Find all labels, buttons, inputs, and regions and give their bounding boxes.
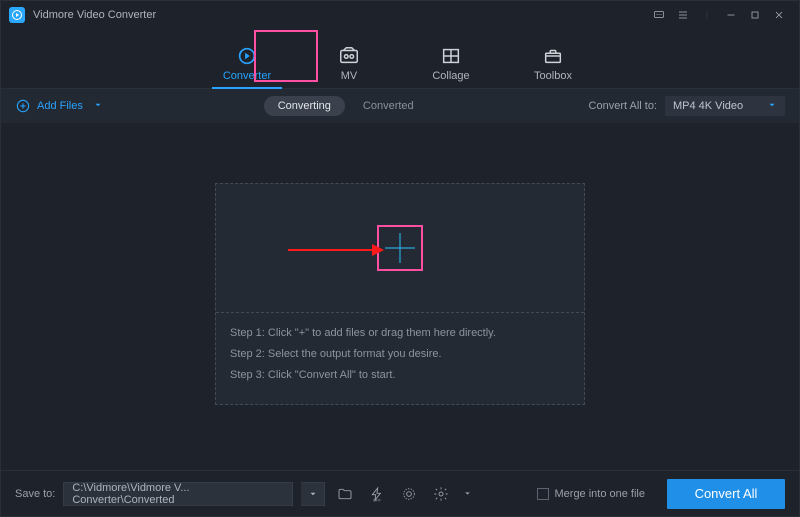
maximize-button[interactable] xyxy=(743,5,767,25)
main-area: Step 1: Click "+" to add files or drag t… xyxy=(1,123,799,470)
chevron-down-icon xyxy=(93,100,103,113)
minimize-button[interactable] xyxy=(719,5,743,25)
segment-converting[interactable]: Converting xyxy=(264,96,345,116)
tab-converter-label: Converter xyxy=(223,70,271,82)
plus-circle-icon xyxy=(15,98,31,114)
step-1: Step 1: Click "+" to add files or drag t… xyxy=(230,323,570,344)
save-path-dropdown[interactable] xyxy=(301,482,325,506)
save-to-label: Save to: xyxy=(15,488,55,500)
tab-toolbox-label: Toolbox xyxy=(534,70,572,82)
sub-toolbar: Add Files Converting Converted Convert A… xyxy=(1,89,799,123)
annotation-arrow xyxy=(288,243,384,257)
menu-icon[interactable] xyxy=(671,5,695,25)
step-3: Step 3: Click "Convert All" to start. xyxy=(230,365,570,386)
convert-all-label: Convert All xyxy=(695,486,758,501)
segment-converted-label: Converted xyxy=(363,100,414,112)
tab-mv-label: MV xyxy=(341,70,358,82)
output-format-select[interactable]: MP4 4K Video xyxy=(665,96,785,116)
add-files-label: Add Files xyxy=(37,100,83,112)
save-path-field[interactable]: C:\Vidmore\Vidmore V... Converter\Conver… xyxy=(63,482,293,506)
tab-collage[interactable]: Collage xyxy=(418,45,484,88)
convert-all-button[interactable]: Convert All xyxy=(667,479,785,509)
svg-text:OFF: OFF xyxy=(373,497,382,502)
settings-button[interactable] xyxy=(429,482,453,506)
converter-icon xyxy=(236,45,258,67)
chevron-down-icon xyxy=(308,489,318,499)
tab-converter[interactable]: Converter xyxy=(214,45,280,88)
convert-all-to-label: Convert All to: xyxy=(589,100,657,112)
toolbox-icon xyxy=(542,45,564,67)
main-tabs: Converter MV Collage Toolbox xyxy=(1,29,799,89)
close-button[interactable] xyxy=(767,5,791,25)
segment-converting-label: Converting xyxy=(278,100,331,112)
plus-icon xyxy=(382,230,418,266)
tab-collage-label: Collage xyxy=(432,70,469,82)
mv-icon xyxy=(338,45,360,67)
add-files-button[interactable]: Add Files xyxy=(15,98,103,114)
chevron-down-icon xyxy=(463,489,472,498)
save-path-value: C:\Vidmore\Vidmore V... Converter\Conver… xyxy=(72,482,284,506)
tab-toolbox[interactable]: Toolbox xyxy=(520,45,586,88)
hardware-accel-button[interactable]: OFF xyxy=(365,482,389,506)
collage-icon xyxy=(440,45,462,67)
output-format-value: MP4 4K Video xyxy=(673,100,743,112)
open-folder-button[interactable] xyxy=(333,482,357,506)
tab-mv[interactable]: MV xyxy=(316,45,382,88)
footer-bar: Save to: C:\Vidmore\Vidmore V... Convert… xyxy=(1,470,799,516)
divider xyxy=(695,5,719,25)
high-speed-button[interactable] xyxy=(397,482,421,506)
chevron-down-icon xyxy=(767,100,777,113)
conversion-segment: Converting Converted xyxy=(264,96,428,116)
app-title: Vidmore Video Converter xyxy=(33,9,156,21)
step-2: Step 2: Select the output format you des… xyxy=(230,344,570,365)
merge-label: Merge into one file xyxy=(555,488,646,500)
titlebar: Vidmore Video Converter xyxy=(1,1,799,29)
instruction-steps: Step 1: Click "+" to add files or drag t… xyxy=(216,313,584,396)
checkbox-box-icon xyxy=(537,488,549,500)
segment-converted[interactable]: Converted xyxy=(349,96,428,116)
app-logo-icon xyxy=(9,7,25,23)
drop-panel[interactable]: Step 1: Click "+" to add files or drag t… xyxy=(215,183,585,405)
feedback-icon[interactable] xyxy=(647,5,671,25)
convert-all-to: Convert All to: MP4 4K Video xyxy=(589,96,785,116)
merge-checkbox[interactable]: Merge into one file xyxy=(537,488,646,500)
settings-dropdown[interactable] xyxy=(461,482,473,506)
